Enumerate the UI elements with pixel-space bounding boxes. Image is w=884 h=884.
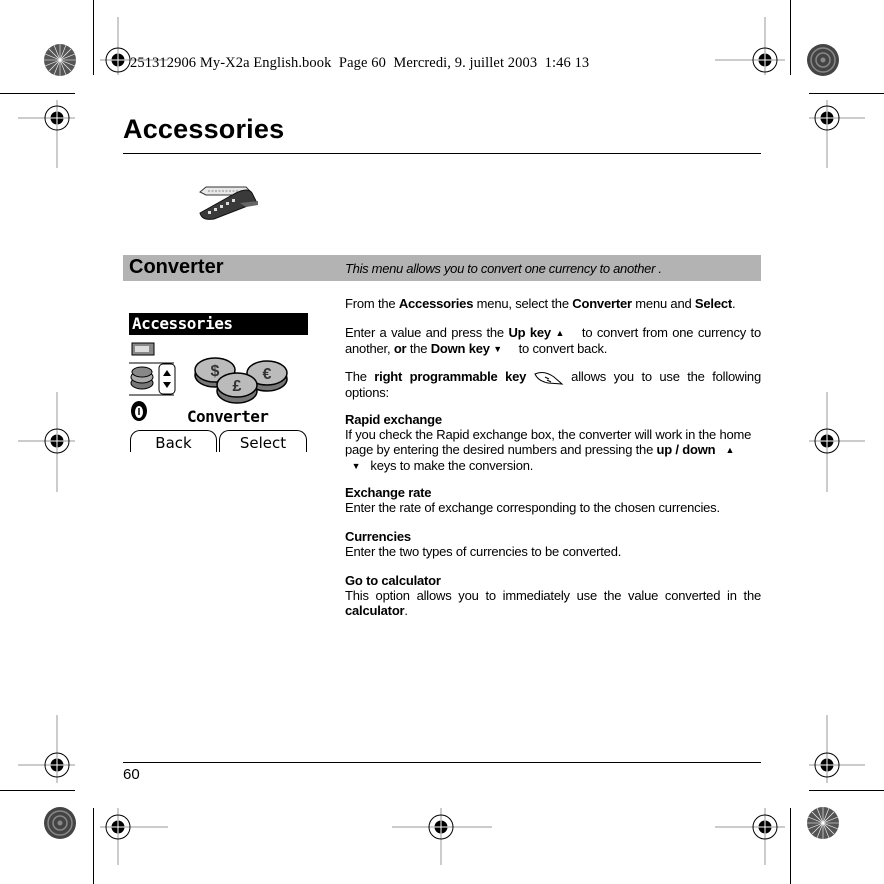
option-go-to-calculator: Go to calculator This option allows you … xyxy=(345,573,761,618)
down-key-icon: ▼ xyxy=(351,461,361,472)
option-currencies: Currencies Enter the two types of curren… xyxy=(345,529,761,559)
softkey-select[interactable]: Select xyxy=(219,430,307,452)
svg-text:€: € xyxy=(263,366,272,383)
print-header-meta: 251312906 My-X2a English.book Page 60 Me… xyxy=(130,55,590,71)
down-key-icon: ▼ xyxy=(493,344,502,355)
calculator-icon xyxy=(131,342,155,356)
softkey-back[interactable]: Back xyxy=(130,430,217,452)
right-softkey-icon xyxy=(534,371,564,385)
option-rapid-exchange: Rapid exchange If you check the Rapid ex… xyxy=(345,412,761,474)
option-heading: Rapid exchange xyxy=(345,412,442,427)
phone-screen-title: Accessories xyxy=(129,313,308,335)
option-heading: Exchange rate xyxy=(345,485,432,500)
phone-selected-item: Converter xyxy=(187,407,269,426)
page-number: 60 xyxy=(123,766,140,783)
keys-paragraph: Enter a value and press the Up key ▲ to … xyxy=(345,325,761,357)
svg-text:£: £ xyxy=(233,378,242,395)
right-key-paragraph: The right programmable key allows you to… xyxy=(345,369,761,400)
option-heading: Currencies xyxy=(345,529,411,544)
up-down-arrows-icon xyxy=(158,363,176,395)
currency-coins-icon: $ € £ xyxy=(194,357,288,404)
up-key-icon: ▲ xyxy=(725,445,735,456)
option-heading: Go to calculator xyxy=(345,573,441,588)
title-divider xyxy=(123,153,761,154)
accessories-icon xyxy=(199,186,258,220)
section-title: Converter xyxy=(129,256,224,278)
section-description: This menu allows you to convert one curr… xyxy=(345,261,662,276)
up-key-icon: ▲ xyxy=(555,328,565,339)
page-title: Accessories xyxy=(123,114,285,144)
footer-divider xyxy=(123,762,761,763)
intro-paragraph: From the Accessories menu, select the Co… xyxy=(345,296,736,311)
option-exchange-rate: Exchange rate Enter the rate of exchange… xyxy=(345,485,761,515)
stopwatch-icon xyxy=(131,401,147,421)
phone-screen: Accessories $ € £ Converter Back Select xyxy=(129,313,308,453)
svg-text:$: $ xyxy=(211,363,220,380)
